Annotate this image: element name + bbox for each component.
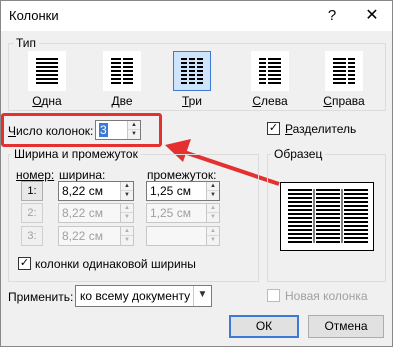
spin-down-icon[interactable]: ▼ xyxy=(121,191,133,200)
spin-up-icon: ▲ xyxy=(207,227,219,236)
width-field-1[interactable]: 8,22 см ▲ ▼ xyxy=(58,181,134,201)
new-column-label: Новая колонка xyxy=(285,289,368,303)
column-number-2: 2: xyxy=(21,203,43,223)
equal-width-label: колонки одинаковой ширины xyxy=(35,257,196,271)
header-spacing: промежуток: xyxy=(147,168,217,182)
cancel-button[interactable]: Отмена xyxy=(308,315,384,338)
spin-up-icon: ▲ xyxy=(121,227,133,236)
separator-label: Разделитель xyxy=(285,122,357,136)
spin-down-icon: ▼ xyxy=(124,237,130,243)
spin-up-icon[interactable]: ▲ xyxy=(121,182,133,191)
separator-checkbox[interactable]: ✓ xyxy=(267,122,280,135)
spin-down-icon: ▼ xyxy=(124,214,130,220)
spacing-field-3: ▲ ▼ xyxy=(146,226,220,246)
ok-button[interactable]: ОК xyxy=(229,315,299,338)
columns-dialog: Колонки ? ✕ Тип Одна Две Три Слева Справ… xyxy=(0,0,393,347)
column-number-3: 3: xyxy=(21,226,43,246)
spin-up-icon: ▲ xyxy=(121,204,133,213)
spin-up-icon: ▲ xyxy=(207,204,219,213)
width-spacing-label: Ширина и промежуток xyxy=(11,147,141,161)
new-column-checkbox xyxy=(267,289,280,302)
spacing-field-2: 1,25 см ▲ ▼ xyxy=(146,203,220,223)
apply-label: Применить: xyxy=(8,290,74,304)
chevron-down-icon[interactable]: ▼ xyxy=(193,286,211,306)
apply-dropdown[interactable]: ко всему документу ▼ xyxy=(75,285,212,307)
width-field-3: 8,22 см ▲ ▼ xyxy=(58,226,134,246)
width-field-2: 8,22 см ▲ ▼ xyxy=(58,203,134,223)
header-number: номер: xyxy=(16,168,55,182)
spin-up-icon[interactable]: ▲ xyxy=(207,182,219,191)
column-number-1[interactable]: 1: xyxy=(21,181,43,201)
preview-page xyxy=(280,182,374,251)
preview-label: Образец xyxy=(271,147,326,161)
header-width: ширина: xyxy=(59,168,106,182)
spin-down-icon[interactable]: ▼ xyxy=(207,191,219,200)
preview-columns-icon xyxy=(288,189,368,243)
spin-down-icon: ▼ xyxy=(210,214,216,220)
spin-down-icon: ▼ xyxy=(210,237,216,243)
spacing-field-1[interactable]: 1,25 см ▲ ▼ xyxy=(146,181,220,201)
equal-width-checkbox[interactable]: ✓ xyxy=(18,257,31,270)
